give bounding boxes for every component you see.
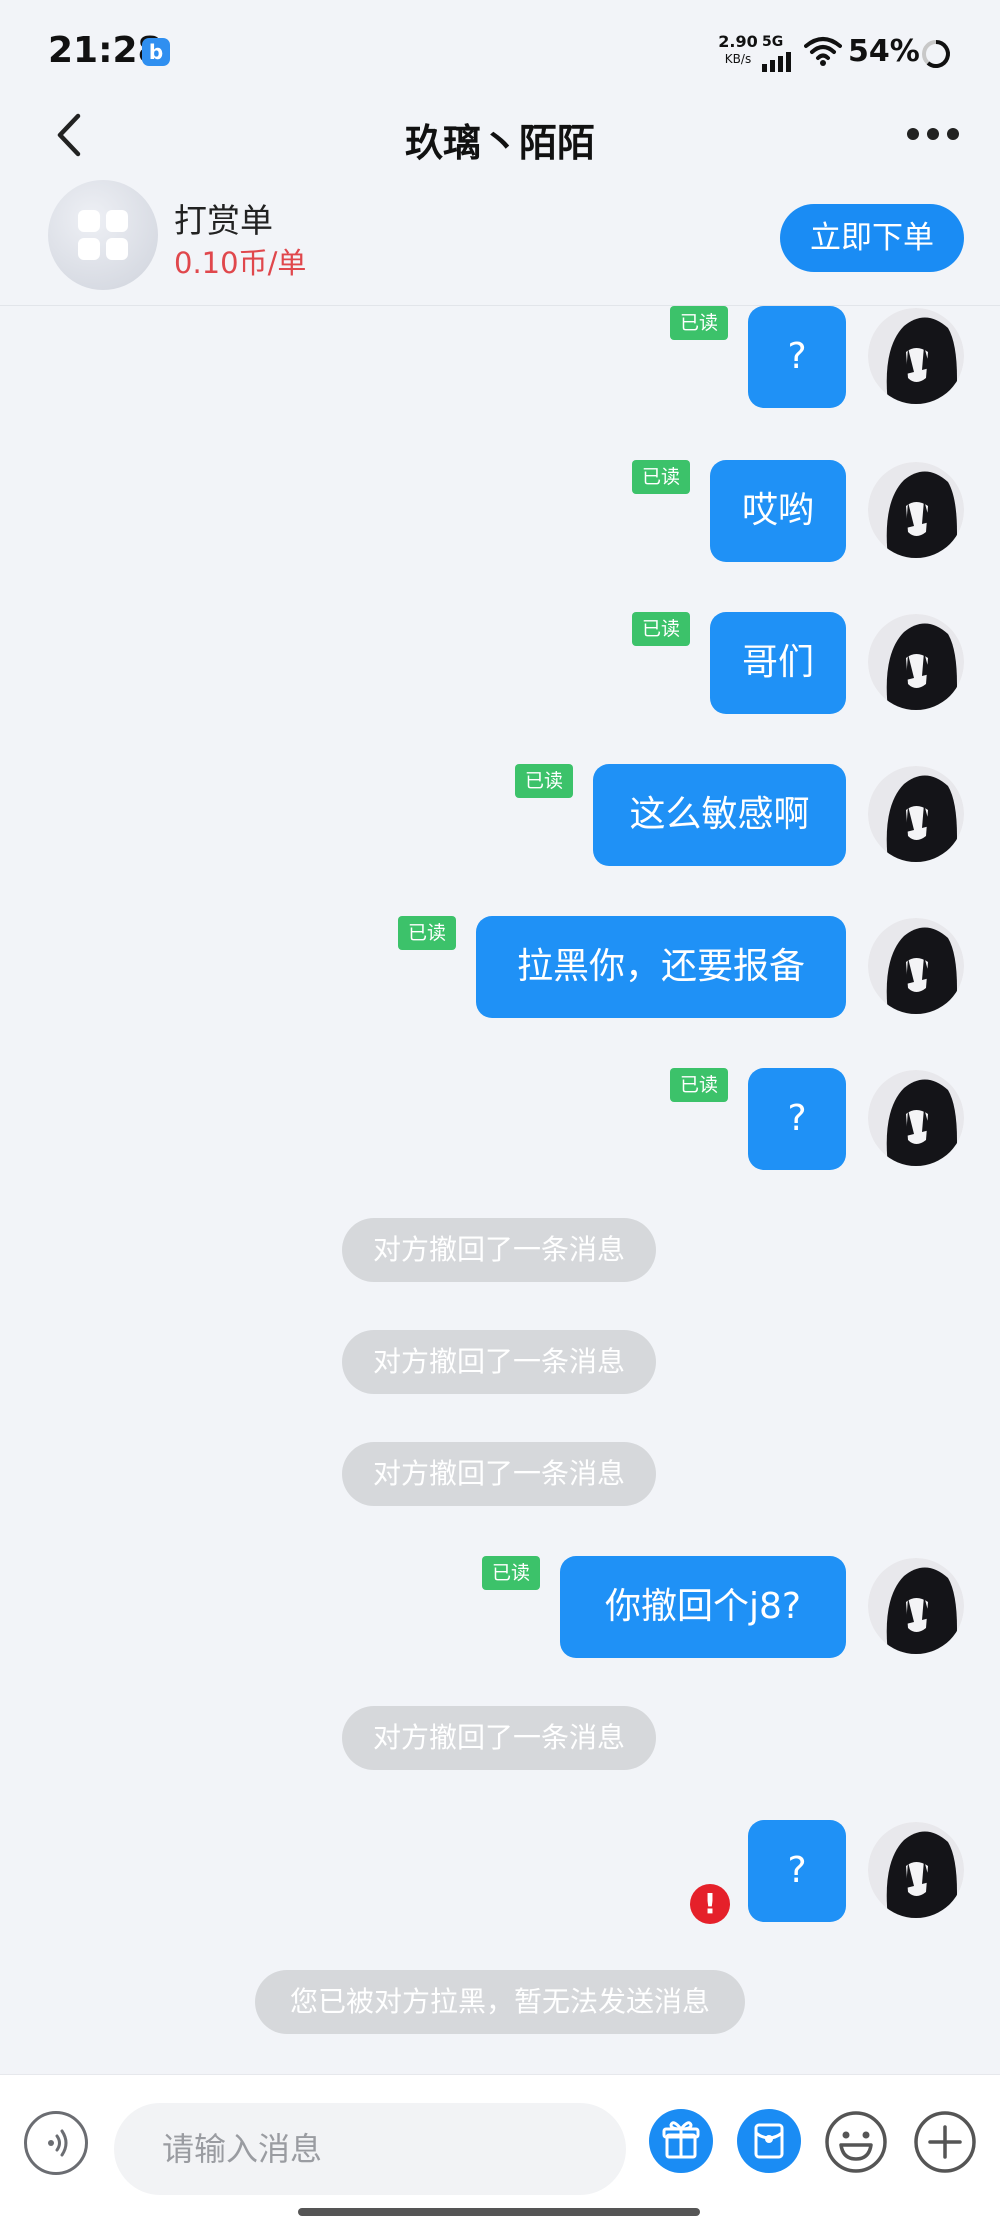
- read-tag: 已读: [670, 1068, 728, 1102]
- read-tag: 已读: [632, 460, 690, 494]
- avatar[interactable]: [868, 1070, 964, 1166]
- order-price: 0.10币/单: [174, 246, 307, 280]
- chat-title: 玖璃丶陌陌: [404, 121, 595, 165]
- avatar[interactable]: [868, 1822, 964, 1918]
- grid-apps-icon: [48, 180, 158, 290]
- plus-icon[interactable]: [912, 2109, 978, 2175]
- emoji-icon[interactable]: [823, 2109, 889, 2175]
- message-bubble[interactable]: 哥们: [710, 612, 846, 714]
- avatar[interactable]: [868, 1558, 964, 1654]
- send-failed-icon[interactable]: !: [690, 1884, 730, 1924]
- avatar[interactable]: [868, 462, 964, 558]
- order-bar: 打赏单 0.10币/单 立即下单: [0, 180, 1000, 306]
- app-notification-icon: b: [142, 38, 170, 66]
- message-bubble[interactable]: ?: [748, 1068, 846, 1170]
- wifi-icon: [804, 37, 842, 66]
- message-input[interactable]: [114, 2103, 626, 2195]
- order-title: 打赏单: [174, 201, 273, 240]
- message-bubble[interactable]: 哎哟: [710, 460, 846, 562]
- net-speed-unit: KB/s: [724, 52, 752, 66]
- message-bubble[interactable]: 拉黑你，还要报备: [476, 916, 846, 1018]
- message-bubble[interactable]: 你撤回个j8?: [560, 1556, 846, 1658]
- more-dots-icon[interactable]: [905, 126, 961, 142]
- system-notice: 对方撤回了一条消息: [342, 1706, 656, 1770]
- read-tag: 已读: [670, 306, 728, 340]
- message-bubble[interactable]: ?: [748, 306, 846, 408]
- read-tag: 已读: [632, 612, 690, 646]
- order-now-button[interactable]: 立即下单: [780, 204, 964, 272]
- battery-percent: 54%: [848, 34, 920, 69]
- status-bar: 21:28 b 2.90 KB/s 5G 54%: [0, 0, 1000, 90]
- avatar[interactable]: [868, 614, 964, 710]
- battery-ring-icon: [922, 40, 950, 68]
- avatar[interactable]: [868, 308, 964, 404]
- chat-header: 玖璃丶陌陌: [0, 90, 1000, 180]
- voice-icon[interactable]: [24, 2111, 88, 2175]
- read-tag: 已读: [482, 1556, 540, 1590]
- network-type: 5G: [762, 34, 784, 50]
- input-bar: [0, 2074, 1000, 2222]
- message-bubble[interactable]: 这么敏感啊: [593, 764, 846, 866]
- net-speed-value: 2.90: [718, 32, 758, 51]
- avatar[interactable]: [868, 766, 964, 862]
- home-indicator[interactable]: [298, 2208, 700, 2216]
- avatar[interactable]: [868, 918, 964, 1014]
- blocked-notice: 您已被对方拉黑，暂无法发送消息: [255, 1970, 745, 2034]
- red-packet-icon[interactable]: [737, 2109, 801, 2173]
- net-speed: 2.90 KB/s: [716, 32, 760, 66]
- gift-icon[interactable]: [649, 2109, 713, 2173]
- system-notice: 对方撤回了一条消息: [342, 1218, 656, 1282]
- read-tag: 已读: [398, 916, 456, 950]
- read-tag: 已读: [515, 764, 573, 798]
- system-notice: 对方撤回了一条消息: [342, 1330, 656, 1394]
- signal-icon: [762, 52, 791, 72]
- system-notice: 对方撤回了一条消息: [342, 1442, 656, 1506]
- message-bubble[interactable]: ?: [748, 1820, 846, 1922]
